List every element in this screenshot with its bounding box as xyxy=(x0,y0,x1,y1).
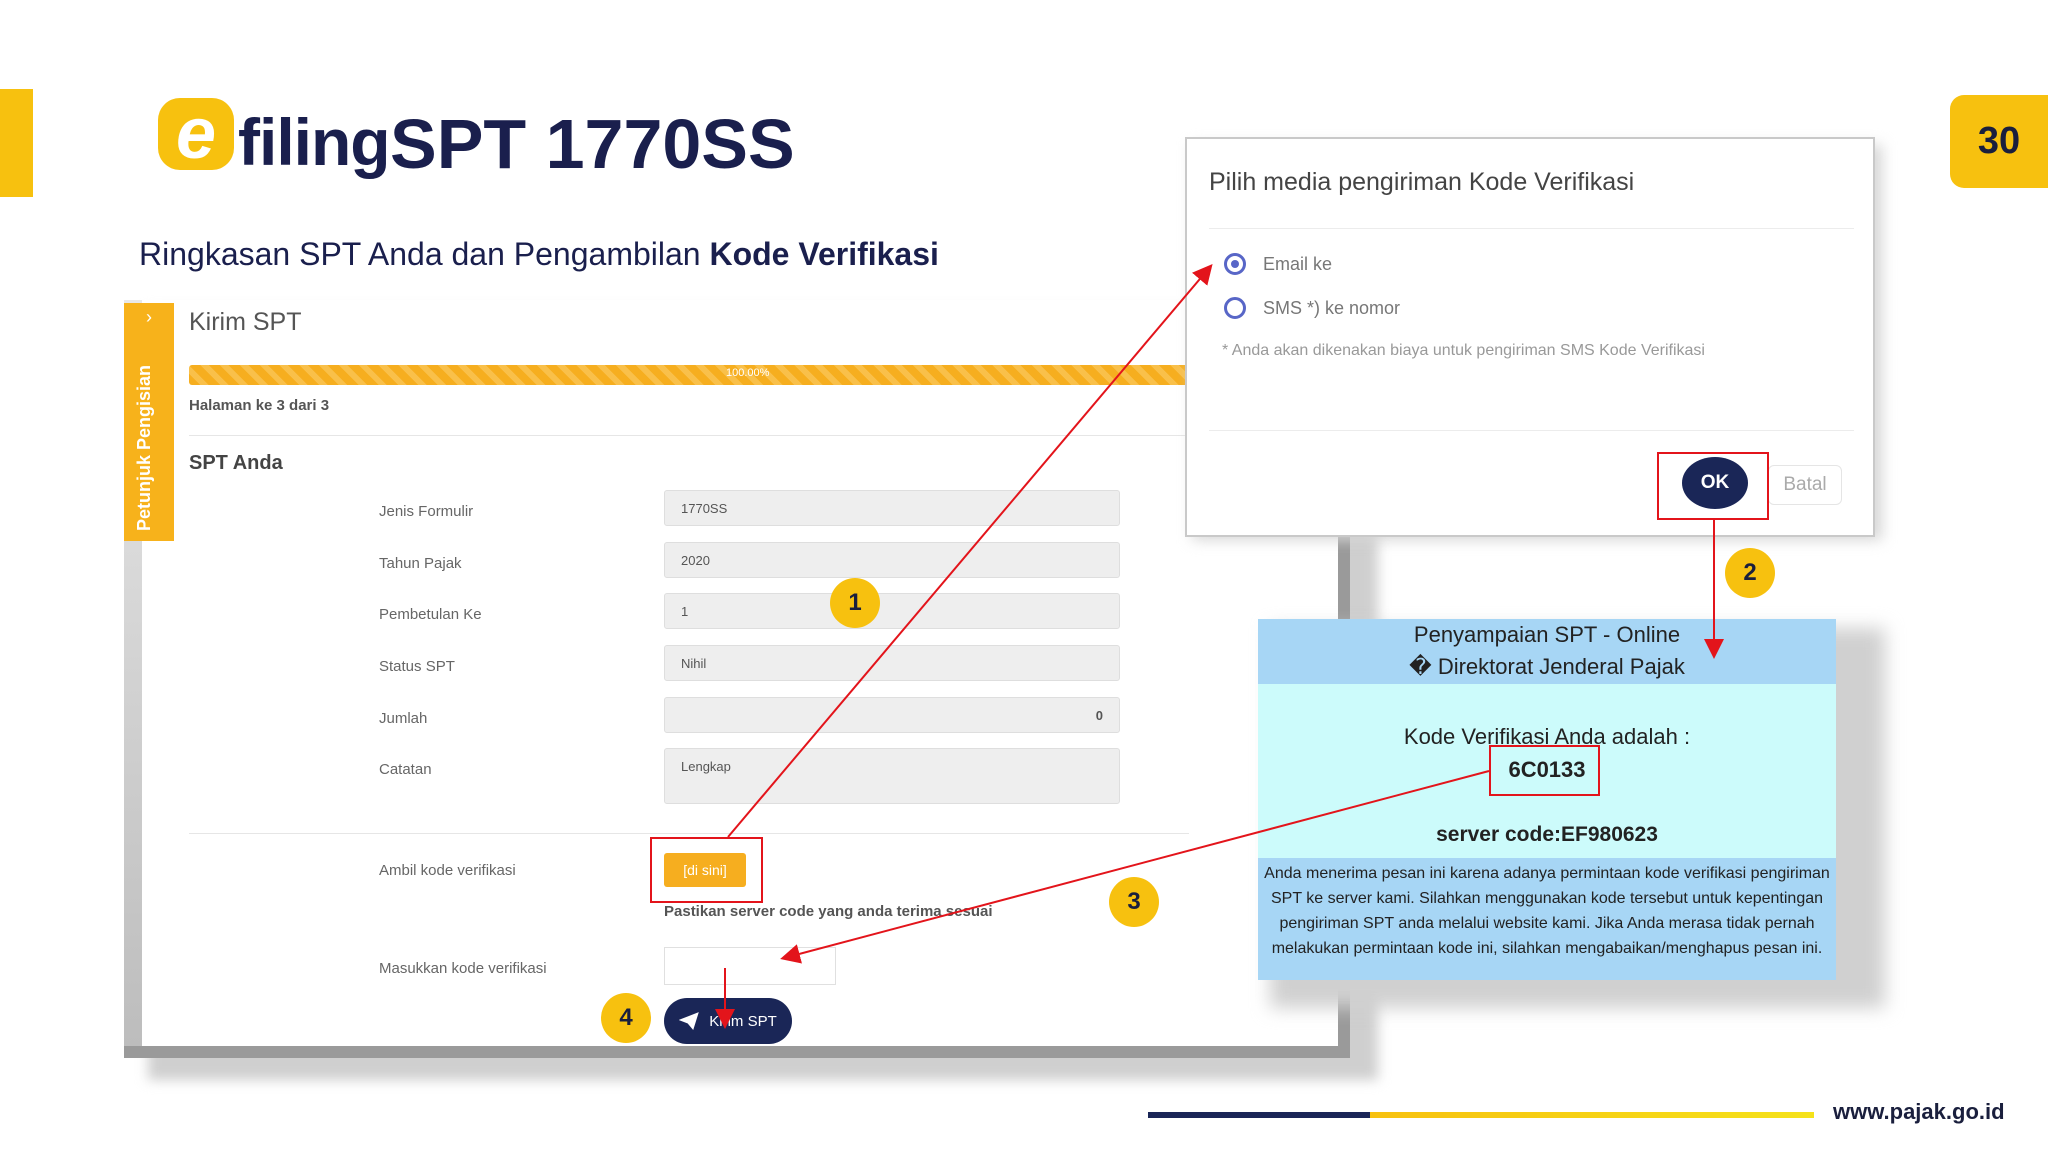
arrow-step-3 xyxy=(780,770,1490,964)
arrow-step-1 xyxy=(727,263,1213,838)
website-link[interactable]: www.pajak.go.id xyxy=(1833,1099,2005,1125)
footer-bar-yellow xyxy=(1370,1112,1814,1118)
step-badge-4: 4 xyxy=(601,993,651,1043)
step-badge-3: 3 xyxy=(1109,877,1159,927)
step-badge-2: 2 xyxy=(1725,548,1775,598)
footer-bar-navy xyxy=(1148,1112,1370,1118)
step-badge-1: 1 xyxy=(830,578,880,628)
